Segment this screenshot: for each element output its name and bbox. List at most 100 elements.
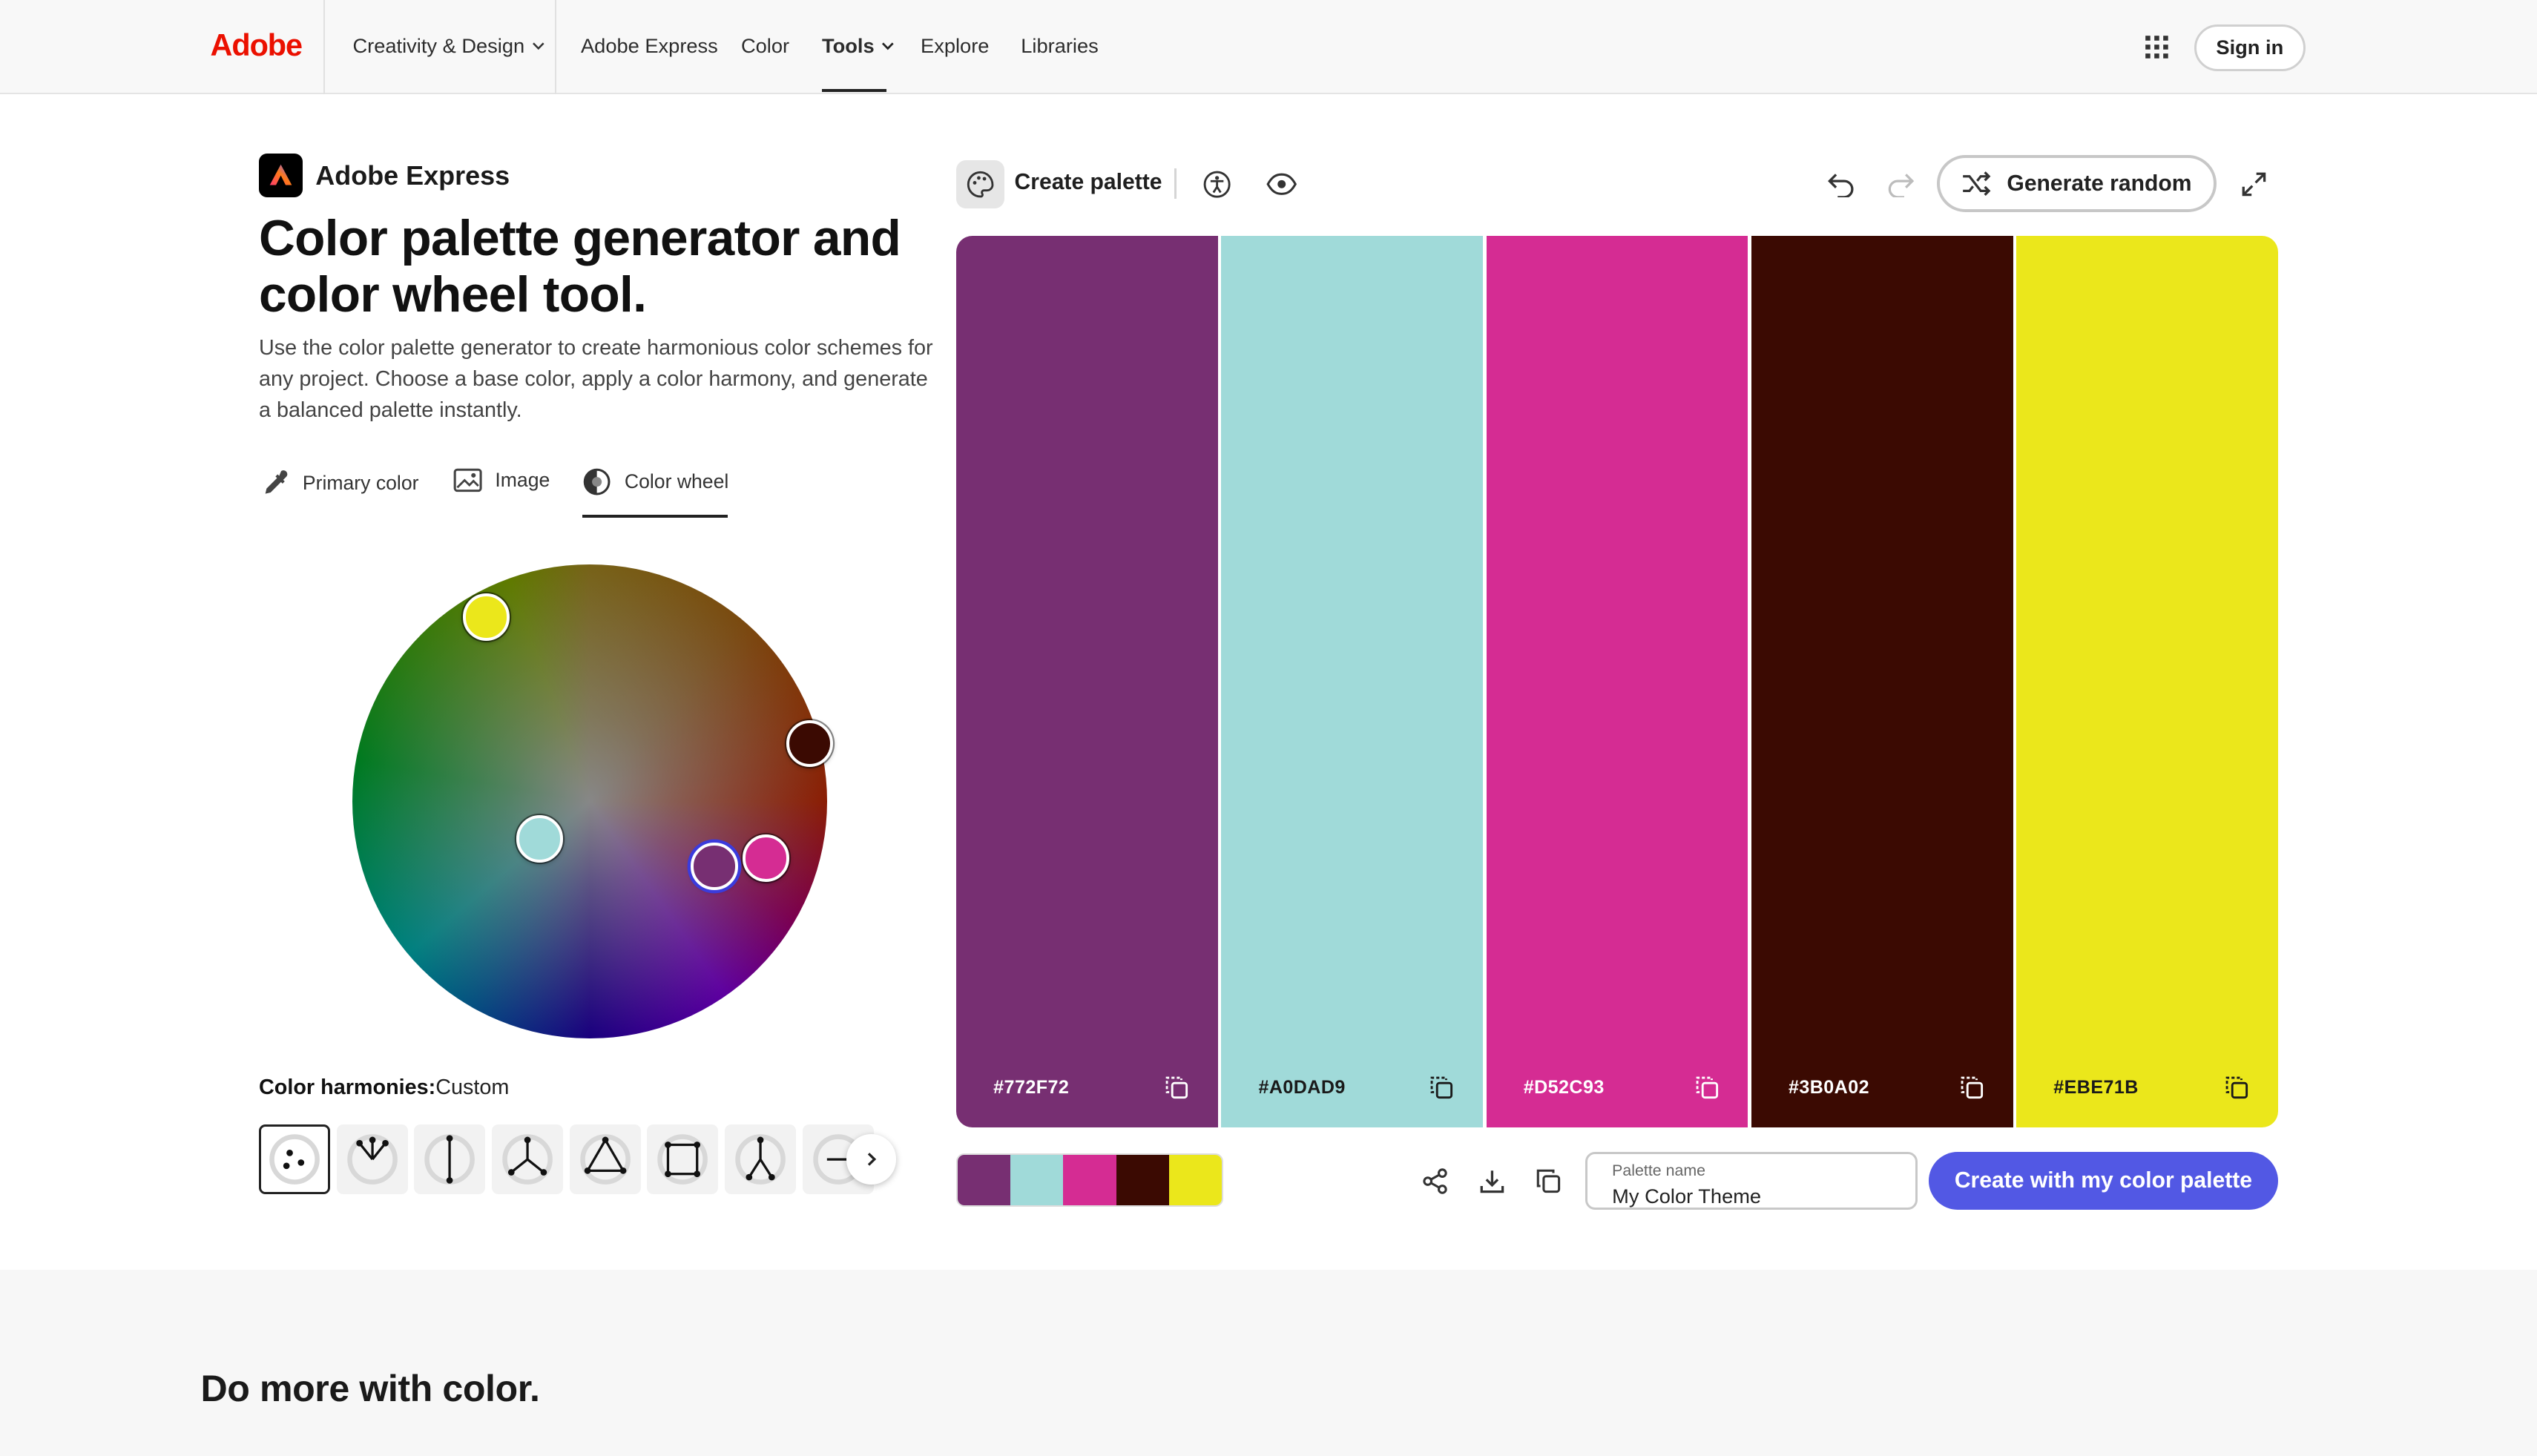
brand-name: Adobe Express <box>315 159 510 191</box>
harmony-triad-icon <box>579 1133 631 1185</box>
create-palette-button[interactable] <box>956 159 1005 209</box>
color-swatch[interactable]: #A0DAD9 <box>1221 236 1484 1128</box>
nav-tools[interactable]: Tools <box>822 34 895 58</box>
undo-button[interactable] <box>1825 168 1857 201</box>
palette-swatches: #772F72 #A0DAD9 #D52C93 #3B0A02 #EBE71B <box>956 236 2278 1128</box>
apps-grid-icon[interactable] <box>2144 34 2170 60</box>
shuffle-icon <box>1963 171 1991 196</box>
sign-in-button[interactable]: Sign in <box>2194 24 2306 71</box>
swatch-hex-label: #3B0A02 <box>1788 1076 1869 1098</box>
color-handle-2[interactable] <box>516 815 563 863</box>
nav-divider <box>555 0 557 94</box>
chevron-down-icon <box>532 42 544 50</box>
copy-hex-icon[interactable] <box>2225 1075 2249 1100</box>
adobe-logo[interactable]: Adobe <box>211 27 303 63</box>
nav-explore[interactable]: Explore <box>921 34 989 58</box>
create-palette-label[interactable]: Create palette <box>1015 170 1162 195</box>
palette-mini-preview <box>956 1153 1223 1208</box>
toolbar-divider <box>1174 168 1177 200</box>
copy-hex-icon[interactable] <box>1165 1075 1189 1100</box>
color-wheel-saturation <box>352 564 827 1039</box>
tab-color-wheel[interactable]: Color wheel <box>582 467 728 496</box>
harmony-scroll-next-button[interactable] <box>846 1133 897 1185</box>
color-swatch[interactable]: #EBE71B <box>2016 236 2278 1128</box>
color-wheel[interactable] <box>352 564 834 1039</box>
tab-label: Color wheel <box>624 470 729 493</box>
mini-swatch <box>958 1155 1011 1206</box>
create-with-palette-button[interactable]: Create with my color palette <box>1928 1151 2278 1210</box>
mini-swatch <box>1116 1155 1169 1206</box>
accessibility-button[interactable] <box>1200 168 1233 201</box>
section-title: Do more with color. <box>200 1368 540 1410</box>
color-handle-5[interactable] <box>462 593 510 641</box>
color-swatch[interactable]: #3B0A02 <box>1751 236 2013 1128</box>
tab-label: Image <box>495 469 550 492</box>
generate-random-button[interactable]: Generate random <box>1936 155 2217 212</box>
top-navigation: Adobe Creativity & Design Adobe Express … <box>0 0 2537 94</box>
nav-divider <box>323 0 326 94</box>
mini-swatch <box>1063 1155 1116 1206</box>
fullscreen-button[interactable] <box>2237 168 2270 201</box>
color-handle-4[interactable] <box>786 719 834 767</box>
tab-image[interactable]: Image <box>453 467 550 493</box>
chevron-down-icon <box>882 42 895 50</box>
download-button[interactable] <box>1475 1165 1508 1197</box>
swatch-hex-label: #772F72 <box>993 1076 1070 1098</box>
color-handle-base[interactable] <box>691 843 738 890</box>
harmony-split-complementary-button[interactable] <box>492 1124 563 1194</box>
palette-name-field[interactable]: Palette name <box>1585 1151 1918 1210</box>
harmony-custom-icon <box>269 1133 320 1185</box>
harmonies-value: Custom <box>435 1075 510 1100</box>
palette-name-input[interactable] <box>1612 1184 1891 1208</box>
download-icon <box>1480 1170 1504 1193</box>
nav-label: Adobe Express <box>581 33 718 57</box>
nav-label: Color <box>740 33 790 57</box>
nav-libraries[interactable]: Libraries <box>1021 34 1099 58</box>
nav-active-indicator <box>821 88 887 93</box>
harmony-compound-icon <box>735 1133 786 1185</box>
swatch-hex-label: #EBE71B <box>2053 1076 2139 1098</box>
swatch-hex-label: #D52C93 <box>1523 1076 1605 1098</box>
accessibility-icon <box>1203 171 1231 198</box>
harmony-analogous-button[interactable] <box>336 1124 408 1194</box>
share-icon <box>1423 1167 1447 1194</box>
color-wheel-icon <box>583 469 611 495</box>
harmonies-title: Color harmonies: <box>258 1075 436 1100</box>
tab-label: Primary color <box>302 471 419 494</box>
harmony-triad-button[interactable] <box>569 1124 641 1194</box>
harmony-complementary-icon <box>424 1133 476 1185</box>
nav-label: Creativity & Design <box>352 33 525 57</box>
color-swatch[interactable]: #D52C93 <box>1486 236 1748 1128</box>
nav-label: Tools <box>821 33 875 57</box>
copy-icon <box>1536 1169 1561 1193</box>
harmony-options <box>258 1124 900 1196</box>
copy-hex-icon[interactable] <box>1960 1075 1984 1100</box>
nav-adobe-express[interactable]: Adobe Express <box>581 34 718 58</box>
harmony-compound-button[interactable] <box>725 1124 797 1194</box>
nav-label: Explore <box>921 33 990 57</box>
harmony-square-icon <box>657 1133 708 1185</box>
brand-header: Adobe Express <box>258 154 510 198</box>
chevron-right-icon <box>867 1152 876 1166</box>
page-title: Color palette generator and color wheel … <box>258 210 901 323</box>
color-swatch[interactable]: #772F72 <box>956 236 1218 1128</box>
nav-color[interactable]: Color <box>741 34 789 58</box>
color-blind-preview-button[interactable] <box>1266 168 1298 201</box>
copy-hex-icon[interactable] <box>1429 1075 1454 1100</box>
copy-hex-icon[interactable] <box>1695 1075 1720 1100</box>
copy-palette-button[interactable] <box>1533 1165 1565 1197</box>
bottom-section: Do more with color. <box>0 1270 2537 1456</box>
color-handle-3[interactable] <box>743 834 790 882</box>
harmony-custom-button[interactable] <box>258 1124 330 1194</box>
redo-button[interactable] <box>1885 168 1918 201</box>
share-button[interactable] <box>1419 1165 1452 1197</box>
image-icon <box>453 469 482 493</box>
adobe-express-logo-icon <box>258 154 303 198</box>
nav-creativity-design[interactable]: Creativity & Design <box>352 34 545 58</box>
tab-primary-color[interactable]: Primary color <box>259 467 419 498</box>
color-harmonies-label: Color harmonies:Custom <box>259 1075 509 1100</box>
harmony-square-button[interactable] <box>647 1124 719 1194</box>
eye-icon <box>1266 174 1297 196</box>
harmony-complementary-button[interactable] <box>414 1124 486 1194</box>
page-description: Use the color palette generator to creat… <box>258 336 933 423</box>
